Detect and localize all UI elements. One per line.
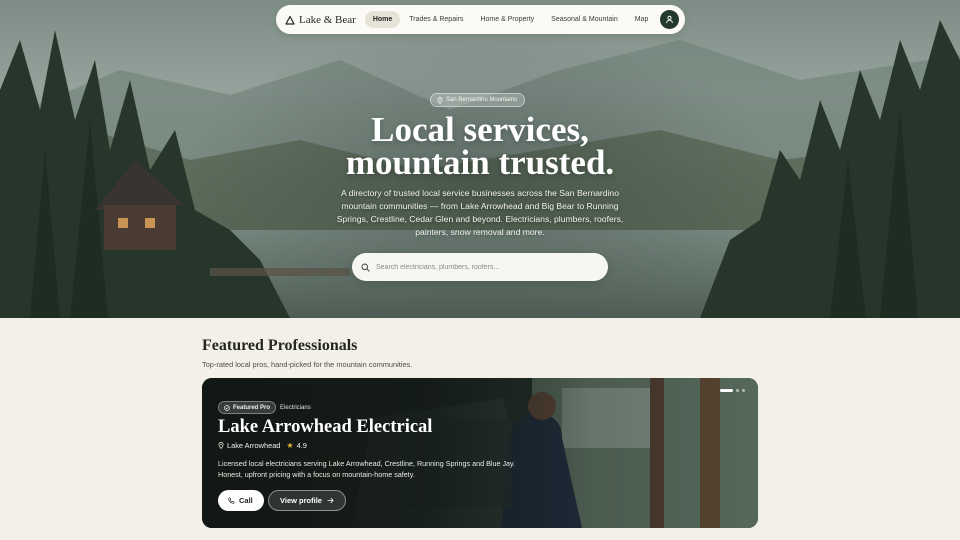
- pro-rating-value: 4.9: [296, 441, 307, 450]
- category-label: Electricians: [280, 404, 311, 411]
- pro-rating: ★ 4.9: [286, 441, 306, 450]
- call-button[interactable]: Call: [218, 490, 264, 511]
- nav-link-seasonal-mountain[interactable]: Seasonal & Mountain: [543, 11, 626, 28]
- carousel-indicators: [720, 389, 745, 392]
- pro-meta: Lake Arrowhead ★ 4.9: [218, 441, 307, 450]
- region-badge: San Bernardino Mountains: [430, 93, 526, 107]
- card-tags: Featured Pro Electricians: [218, 401, 311, 414]
- view-profile-button[interactable]: View profile: [268, 490, 346, 511]
- verified-badge-icon: [224, 404, 230, 411]
- call-button-label: Call: [239, 496, 253, 505]
- hero-title: Local services, mountain trusted.: [0, 112, 960, 182]
- account-button[interactable]: [660, 10, 679, 29]
- hero-title-line-2: mountain trusted.: [345, 143, 615, 182]
- search-input[interactable]: [376, 263, 596, 271]
- mountain-logo-icon: [285, 15, 295, 25]
- location-pin-icon: [437, 96, 443, 104]
- nav-link-home-property[interactable]: Home & Property: [472, 11, 542, 28]
- brand-name: Lake & Bear: [299, 13, 356, 26]
- search-icon: [361, 263, 370, 272]
- pro-description: Licensed local electricians serving Lake…: [218, 459, 516, 479]
- featured-section-subtitle: Top-rated local pros, hand-picked for th…: [202, 360, 413, 369]
- featured-section-title: Featured Professionals: [202, 337, 358, 354]
- carousel-dot-2[interactable]: [736, 389, 739, 392]
- top-navigation: Lake & Bear Home Trades & Repairs Home &…: [276, 5, 685, 34]
- carousel-dot-1[interactable]: [720, 389, 733, 392]
- hero-description: A directory of trusted local service bus…: [336, 188, 624, 237]
- pro-name: Lake Arrowhead Electrical: [218, 417, 433, 437]
- search-bar[interactable]: [352, 253, 608, 281]
- featured-pro-card: Featured Pro Electricians Lake Arrowhead…: [202, 378, 758, 528]
- view-profile-label: View profile: [280, 496, 322, 505]
- nav-link-map[interactable]: Map: [627, 11, 657, 28]
- featured-pro-badge: Featured Pro: [218, 401, 277, 414]
- brand-logo[interactable]: Lake & Bear: [285, 14, 356, 26]
- carousel-dot-3[interactable]: [742, 389, 745, 392]
- pro-location-label: Lake Arrowhead: [227, 441, 281, 450]
- phone-icon: [228, 497, 235, 504]
- nav-link-trades-repairs[interactable]: Trades & Repairs: [401, 11, 471, 28]
- nav-link-home[interactable]: Home: [364, 11, 401, 28]
- featured-pro-badge-label: Featured Pro: [233, 404, 271, 411]
- star-icon: ★: [286, 441, 294, 450]
- location-pin-icon: [218, 442, 224, 449]
- user-icon: [666, 15, 673, 24]
- arrow-right-icon: [327, 497, 334, 504]
- region-label: San Bernardino Mountains: [446, 97, 518, 103]
- pro-location: Lake Arrowhead: [218, 441, 280, 450]
